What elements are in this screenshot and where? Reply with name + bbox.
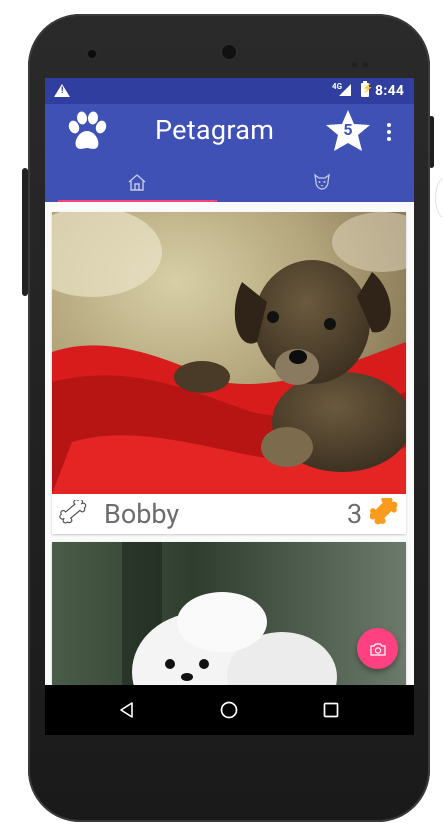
tab-home[interactable] [45, 162, 229, 202]
proximity-sensor [352, 52, 374, 67]
app-title: Petagram [155, 114, 275, 146]
signal-icon [339, 84, 351, 96]
pet-photo [52, 212, 406, 494]
dog-face-icon [314, 173, 330, 190]
pet-name: Bobby [104, 498, 180, 530]
back-icon [120, 702, 133, 718]
recents-icon [323, 702, 339, 718]
home-icon [128, 174, 146, 191]
home-circle-icon [220, 701, 238, 719]
nav-home-button[interactable] [215, 696, 243, 724]
bone-outline-icon[interactable] [59, 500, 93, 530]
status-bar: ! 4G ⚡ 8:44 [45, 78, 414, 104]
favorites-count: 5 [343, 120, 353, 139]
nav-back-button[interactable] [113, 696, 141, 724]
system-nav-bar [45, 685, 414, 735]
camera-fab[interactable] [357, 628, 398, 669]
favorites-button[interactable]: 5 [324, 109, 372, 153]
screen: ! 4G ⚡ 8:44 Petagram 5 Bobby 3 [45, 78, 414, 735]
warning-icon: ! [54, 84, 70, 97]
overflow-menu-icon[interactable] [386, 123, 392, 141]
front-camera-icon [88, 50, 96, 58]
bone-like-icon [370, 498, 398, 525]
like-count: 3 [347, 498, 363, 530]
tab-profile[interactable] [230, 162, 414, 202]
pet-photo [52, 542, 406, 702]
pet-caption: Bobby 3 [52, 494, 406, 534]
nav-recents-button[interactable] [317, 696, 345, 724]
camera-icon [369, 642, 386, 656]
tab-bar [45, 162, 414, 202]
background-edge [435, 178, 443, 218]
earpiece-speaker [219, 42, 239, 62]
battery-icon: ⚡ [361, 81, 373, 97]
pet-card [52, 542, 406, 702]
clock: 8:44 [375, 83, 405, 99]
paw-icon [68, 111, 107, 149]
app-bar: Petagram 5 [45, 104, 414, 203]
pet-card: Bobby 3 [52, 212, 406, 534]
pet-feed: Bobby 3 [45, 202, 414, 702]
